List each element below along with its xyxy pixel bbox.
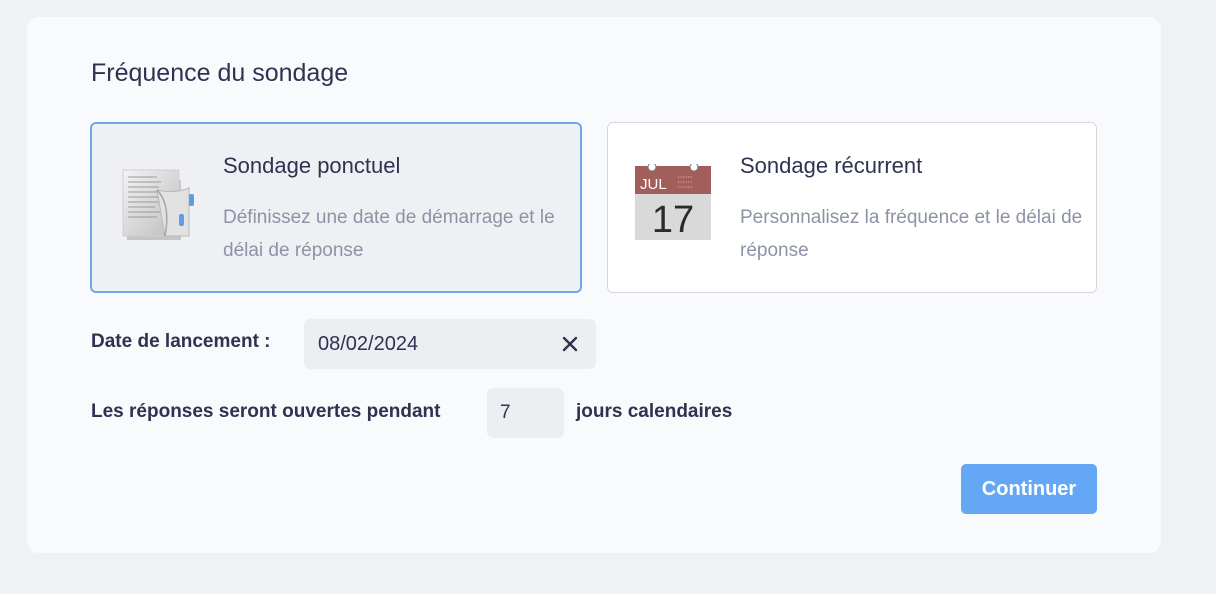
option-title: Sondage ponctuel	[223, 153, 401, 178]
survey-frequency-card: Fréquence du sondage Sondage ponctuel Dé…	[27, 17, 1161, 553]
launch-date-value: 08/02/2024	[318, 333, 419, 355]
calendar-icon: JUL • • • • • • • • • • • • • • • • • • …	[635, 164, 711, 241]
calendar-day: 17	[652, 199, 694, 241]
continue-button[interactable]: Continuer	[961, 464, 1097, 514]
duration-days-value: 7	[500, 402, 511, 423]
clear-date-icon[interactable]	[558, 332, 582, 356]
svg-text:• • • • • •: • • • • • •	[678, 184, 693, 189]
launch-date-label: Date de lancement :	[91, 331, 271, 352]
option-one-time-survey[interactable]: Sondage ponctuel Définissez une date de …	[90, 122, 582, 293]
duration-days-input[interactable]: 7	[487, 388, 564, 438]
calendar-month: JUL	[640, 176, 667, 193]
duration-suffix-label: jours calendaires	[576, 401, 733, 422]
option-title: Sondage récurrent	[740, 153, 923, 178]
document-icon	[122, 169, 194, 240]
launch-date-field[interactable]: 08/02/2024	[304, 319, 596, 369]
option-description: Définissez une date de démarrage et le d…	[223, 207, 555, 261]
page-title: Fréquence du sondage	[91, 59, 349, 87]
option-description: Personnalisez la fréquence et le délai d…	[740, 207, 1083, 261]
duration-prefix-label: Les réponses seront ouvertes pendant	[91, 401, 441, 422]
option-recurring-survey[interactable]: JUL • • • • • • • • • • • • • • • • • • …	[607, 122, 1097, 293]
